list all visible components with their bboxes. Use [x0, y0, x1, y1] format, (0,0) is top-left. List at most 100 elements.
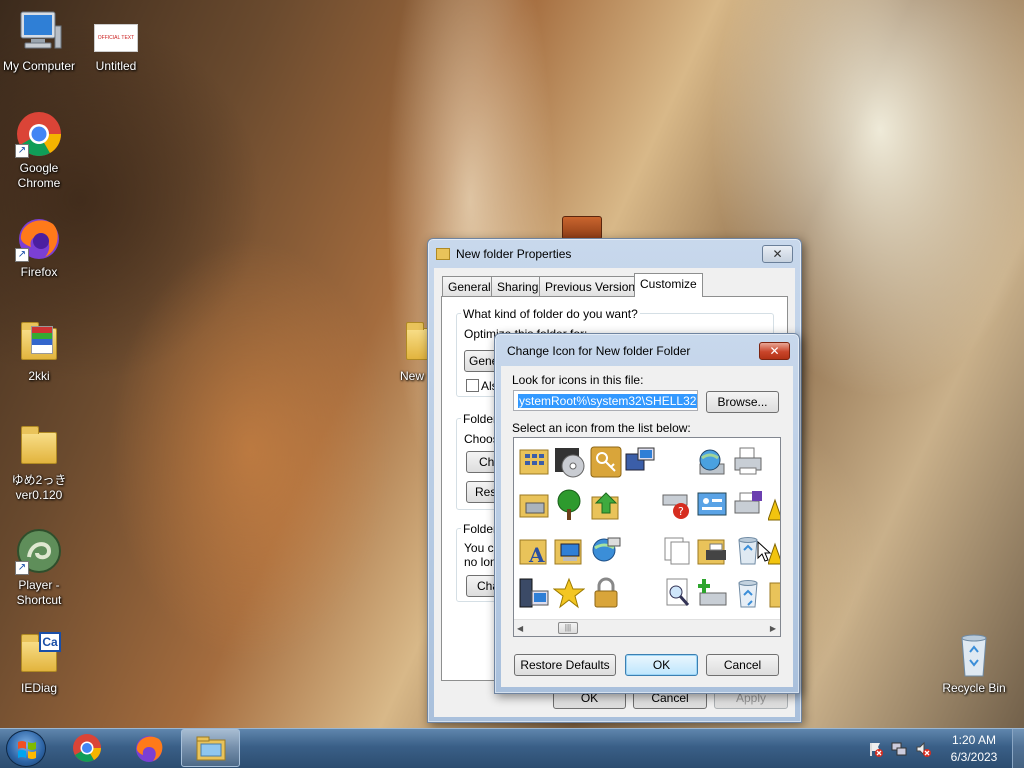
scroll-right-arrow-icon[interactable]: ▶	[770, 624, 776, 633]
windows-logo-icon	[18, 741, 36, 759]
taskbar-chrome-button[interactable]	[68, 731, 106, 765]
desktop-icon-label: IEDiag	[20, 681, 58, 695]
desktop-icon-google-chrome[interactable]: ↗ Google Chrome	[0, 110, 78, 191]
icon-option-folder-fonts[interactable]: A	[518, 534, 550, 567]
change-icon-title: Change Icon for New folder Folder	[507, 344, 691, 358]
desktop-icon-label: My Computer	[2, 59, 76, 73]
document-thumbnail-icon: OFFICIAL TEXT	[92, 8, 140, 56]
icon-option-folder-printer[interactable]	[696, 534, 728, 566]
thumbnail-text: OFFICIAL TEXT	[97, 35, 135, 41]
desktop-icon-firefox[interactable]: ↗ Firefox	[0, 214, 78, 280]
computer-icon	[15, 8, 63, 56]
action-center-flag-icon[interactable]	[867, 741, 883, 757]
desktop-icon-2kki[interactable]: 2kki	[0, 318, 78, 384]
icon-option-add-printer[interactable]	[696, 577, 728, 609]
icon-list[interactable]: ? A ◀ ||| ▶	[513, 437, 781, 637]
explorer-folder-icon	[196, 736, 226, 761]
clock[interactable]: 1:20 AM 6/3/2023	[945, 732, 1003, 766]
desktop-icon-label: Recycle Bin	[942, 681, 1006, 695]
tab-general[interactable]: General	[442, 276, 497, 296]
iediag-folder-icon: Ca	[15, 630, 63, 678]
tab-customize[interactable]: Customize	[634, 273, 703, 297]
change-icon-cancel-button[interactable]: Cancel	[706, 654, 779, 676]
svg-text:A: A	[528, 543, 545, 566]
briefcase-icon	[562, 216, 602, 240]
icon-option-drive-help[interactable]: ?	[661, 489, 693, 521]
mouse-cursor-icon	[757, 541, 771, 562]
change-icon-ok-button[interactable]: OK	[625, 654, 698, 676]
icon-option-tree[interactable]	[553, 489, 585, 521]
desktop-icon-player-shortcut[interactable]: ↗ Player - Shortcut	[0, 527, 78, 608]
icon-option-control-panel[interactable]	[696, 489, 728, 521]
tab-previous-versions[interactable]: Previous Versions	[539, 276, 648, 296]
icon-file-path-input[interactable]: ystemRoot%\system32\SHELL32.dll	[513, 390, 698, 411]
desktop-icon-iediag[interactable]: Ca IEDiag	[0, 630, 78, 696]
shortcut-arrow-icon: ↗	[15, 144, 29, 158]
game-folder-icon	[15, 318, 63, 366]
desktop-icon-label: Untitled	[95, 59, 137, 73]
start-button[interactable]	[6, 730, 46, 767]
volume-muted-icon[interactable]	[915, 741, 931, 757]
properties-title: New folder Properties	[456, 246, 572, 261]
restore-defaults-button[interactable]: Restore Defaults	[514, 654, 616, 676]
desktop-icon-my-computer[interactable]: My Computer	[0, 8, 78, 74]
desktop-icon-label: Player - Shortcut	[16, 578, 62, 607]
folder-small-icon	[436, 247, 450, 260]
properties-close-button[interactable]: ✕	[762, 244, 793, 263]
desktop-icon-untitled[interactable]: OFFICIAL TEXT Untitled	[77, 8, 155, 74]
desktop-icon-label: 2kki	[28, 369, 50, 383]
firefox-icon	[136, 736, 163, 762]
chrome-icon: ↗	[15, 110, 63, 158]
icon-option-computer-tower[interactable]	[518, 577, 550, 609]
taskbar-firefox-button[interactable]	[130, 731, 168, 765]
icon-option-search-page[interactable]	[661, 577, 693, 609]
network-icon[interactable]	[891, 741, 907, 757]
folder-icons-desc-2: no lon	[464, 555, 497, 569]
folder-icon	[15, 422, 63, 470]
chrome-icon	[73, 734, 101, 762]
icon-option-printer[interactable]	[732, 446, 764, 478]
icon-option-folder-drive[interactable]	[518, 489, 550, 521]
desktop-icon-recycle-bin[interactable]: Recycle Bin	[935, 630, 1013, 696]
change-icon-titlebar[interactable]: Change Icon for New folder Folder ✕	[495, 334, 799, 368]
tab-sharing[interactable]: Sharing	[491, 276, 545, 296]
look-for-icons-label: Look for icons in this file:	[512, 373, 644, 387]
change-icon-close-button[interactable]: ✕	[759, 342, 790, 360]
select-icon-label: Select an icon from the list below:	[512, 421, 691, 435]
desktop-icon-label: Google Chrome	[17, 161, 61, 190]
show-desktop-button[interactable]	[1012, 729, 1024, 768]
file-path-selected-text: ystemRoot%\system32\SHELL32.dll	[518, 394, 697, 408]
scrollbar-thumb[interactable]: |||	[558, 622, 578, 634]
icon-option-key[interactable]	[590, 446, 622, 478]
icon-option-disc[interactable]	[553, 446, 585, 478]
icon-option-network-computer[interactable]	[624, 446, 656, 478]
folder-type-question: What kind of folder do you want?	[461, 307, 640, 321]
icon-option-network-globe[interactable]	[696, 446, 728, 478]
also-apply-checkbox[interactable]	[466, 379, 479, 392]
shortcut-arrow-icon: ↗	[15, 561, 29, 575]
taskbar-explorer-button[interactable]	[181, 729, 240, 767]
shortcut-arrow-icon: ↗	[15, 248, 29, 262]
scroll-left-arrow-icon[interactable]: ◀	[517, 624, 523, 633]
desktop-icon-yume2kki[interactable]: ゆめ2っき ver0.120	[0, 422, 78, 503]
icon-option-star[interactable]	[552, 577, 586, 609]
svg-text:?: ?	[678, 505, 684, 518]
clock-date: 6/3/2023	[950, 750, 998, 764]
icon-option-folder-computer[interactable]	[553, 534, 585, 566]
clock-time: 1:20 AM	[951, 733, 997, 747]
desktop-icon-label: ゆめ2っき ver0.120	[11, 473, 67, 502]
icon-option-folder-up[interactable]	[590, 489, 622, 521]
icon-option-folder-view[interactable]	[518, 446, 550, 478]
icon-option-copy-pages[interactable]	[661, 534, 693, 566]
icon-option-warning-partial[interactable]	[767, 498, 780, 530]
icon-option-lock[interactable]	[590, 577, 622, 609]
browse-button[interactable]: Browse...	[706, 391, 779, 413]
icon-option-folder-partial[interactable]	[768, 577, 780, 609]
icon-option-recycle-bin-empty[interactable]	[732, 577, 764, 609]
recycle-bin-icon	[950, 630, 998, 678]
icon-option-network-globe-blue[interactable]	[590, 534, 622, 566]
desktop-icon-label: Firefox	[20, 265, 58, 279]
properties-titlebar[interactable]: New folder Properties ✕	[428, 239, 801, 268]
icon-list-scrollbar[interactable]: ◀ ||| ▶	[514, 619, 780, 636]
icon-option-printer-fax[interactable]	[732, 489, 764, 521]
